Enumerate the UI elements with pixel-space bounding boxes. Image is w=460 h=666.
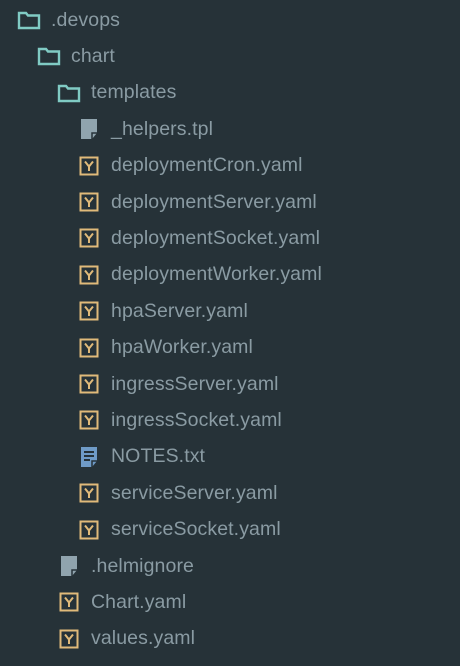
- tree-item-label: deploymentSocket.yaml: [111, 226, 321, 249]
- tree-item-label: serviceSocket.yaml: [111, 518, 281, 541]
- file-item-chart-yaml[interactable]: Chart.yaml: [0, 584, 460, 620]
- file-item-serviceserver-yaml[interactable]: serviceServer.yaml: [0, 475, 460, 511]
- yaml-file-icon: [77, 299, 101, 323]
- folder-item-templates[interactable]: templates: [0, 75, 460, 111]
- tree-item-label: deploymentCron.yaml: [111, 154, 303, 177]
- folder-item-chart[interactable]: chart: [0, 38, 460, 74]
- yaml-file-icon: [77, 336, 101, 360]
- folder-icon: [37, 44, 61, 68]
- tree-item-label: values.yaml: [91, 627, 196, 650]
- yaml-file-icon: [77, 226, 101, 250]
- folder-icon: [57, 81, 81, 105]
- file-explorer-tree: .devops chart templates _helpers.tpldeploym…: [0, 0, 460, 666]
- file-item-ingressserver-yaml[interactable]: ingressServer.yaml: [0, 366, 460, 402]
- yaml-file-icon: [77, 518, 101, 542]
- file-item-deploymentsocket-yaml[interactable]: deploymentSocket.yaml: [0, 220, 460, 256]
- yaml-file-icon: [77, 408, 101, 432]
- file-item-helmignore[interactable]: .helmignore: [0, 548, 460, 584]
- file-item-ingresssocket-yaml[interactable]: ingressSocket.yaml: [0, 402, 460, 438]
- file-item-deploymentworker-yaml[interactable]: deploymentWorker.yaml: [0, 257, 460, 293]
- file-item-notes-txt[interactable]: NOTES.txt: [0, 439, 460, 475]
- folder-item-devops[interactable]: .devops: [0, 2, 460, 38]
- file-item-helpers-tpl[interactable]: _helpers.tpl: [0, 111, 460, 147]
- tree-item-label: .devops: [51, 8, 120, 31]
- tree-item-label: Chart.yaml: [91, 590, 187, 613]
- file-item-deploymentserver-yaml[interactable]: deploymentServer.yaml: [0, 184, 460, 220]
- yaml-file-icon: [77, 154, 101, 178]
- file-icon: [77, 117, 101, 141]
- tree-item-label: ingressSocket.yaml: [111, 408, 282, 431]
- file-item-hpaserver-yaml[interactable]: hpaServer.yaml: [0, 293, 460, 329]
- yaml-file-icon: [77, 263, 101, 287]
- yaml-file-icon: [77, 372, 101, 396]
- tree-item-label: hpaWorker.yaml: [111, 336, 253, 359]
- tree-item-label: templates: [91, 81, 177, 104]
- tree-item-label: hpaServer.yaml: [111, 299, 248, 322]
- yaml-file-icon: [57, 627, 81, 651]
- tree-item-label: ingressServer.yaml: [111, 372, 279, 395]
- tree-item-label: deploymentServer.yaml: [111, 190, 317, 213]
- file-item-values-yaml[interactable]: values.yaml: [0, 621, 460, 657]
- yaml-file-icon: [57, 590, 81, 614]
- folder-icon: [17, 8, 41, 32]
- yaml-file-icon: [77, 190, 101, 214]
- file-item-servicesocket-yaml[interactable]: serviceSocket.yaml: [0, 512, 460, 548]
- yaml-file-icon: [77, 481, 101, 505]
- file-icon: [57, 554, 81, 578]
- tree-item-label: .helmignore: [91, 554, 194, 577]
- tree-item-label: _helpers.tpl: [111, 117, 214, 140]
- file-item-hpaworker-yaml[interactable]: hpaWorker.yaml: [0, 330, 460, 366]
- tree-item-label: chart: [71, 44, 115, 67]
- text-file-icon: [77, 445, 101, 469]
- tree-item-label: serviceServer.yaml: [111, 481, 278, 504]
- file-item-deploymentcron-yaml[interactable]: deploymentCron.yaml: [0, 148, 460, 184]
- tree-item-label: NOTES.txt: [111, 445, 206, 468]
- tree-item-label: deploymentWorker.yaml: [111, 263, 322, 286]
